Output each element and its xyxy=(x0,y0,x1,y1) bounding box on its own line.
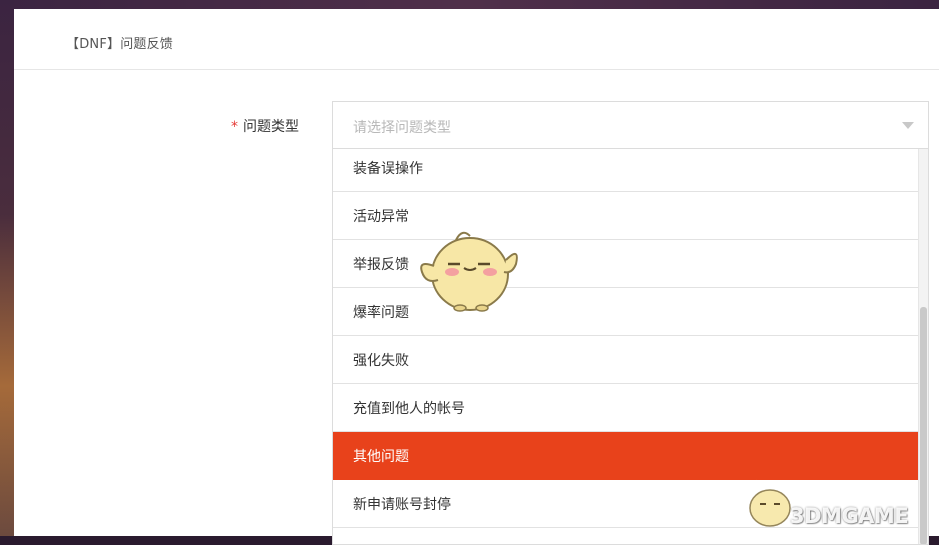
dropdown-item-enhance-failed[interactable]: 强化失败 xyxy=(333,336,921,384)
question-type-select[interactable]: 请选择问题类型 xyxy=(332,101,929,149)
dropdown-item-label: 充值到他人的帐号 xyxy=(353,401,465,417)
mascot-sticker-icon xyxy=(420,231,518,312)
dropdown-scrollbar-thumb[interactable] xyxy=(920,307,927,544)
dropdown-item-label: 其他问题 xyxy=(353,449,409,465)
dropdown-item-label: 强化失败 xyxy=(353,353,409,369)
question-type-placeholder: 请选择问题类型 xyxy=(353,120,451,136)
dropdown-list: 装备误操作 活动异常 举报反馈 爆率问题 强化失败 充值到他人的帐号 其他问题 … xyxy=(333,149,921,528)
dropdown-item-other-issues[interactable]: 其他问题 xyxy=(333,432,921,480)
question-type-label: * 问题类型 xyxy=(231,116,299,136)
question-type-label-text: 问题类型 xyxy=(243,119,299,135)
dropdown-item-label: 新申请账号封停 xyxy=(353,497,451,513)
watermark-mascot-icon xyxy=(745,479,791,527)
dropdown-scrollbar[interactable] xyxy=(918,149,928,544)
panel-header: 【DNF】问题反馈 xyxy=(14,9,939,70)
dropdown-item-recharge-other-account[interactable]: 充值到他人的帐号 xyxy=(333,384,921,432)
background-top-strip xyxy=(0,0,939,9)
dropdown-item-label: 举报反馈 xyxy=(353,257,409,273)
watermark-text: 3DMGAME xyxy=(790,504,909,528)
page-title: 【DNF】问题反馈 xyxy=(66,37,174,52)
dropdown-item-label: 爆率问题 xyxy=(353,305,409,321)
required-mark: * xyxy=(231,119,238,135)
dropdown-item-equipment-misoperation[interactable]: 装备误操作 xyxy=(333,149,921,192)
question-type-dropdown: 装备误操作 活动异常 举报反馈 爆率问题 强化失败 充值到他人的帐号 其他问题 … xyxy=(332,149,929,545)
background-left-strip xyxy=(0,0,14,536)
dropdown-item-label: 活动异常 xyxy=(353,209,409,225)
chevron-down-icon[interactable] xyxy=(902,122,914,129)
dropdown-item-label: 装备误操作 xyxy=(353,161,423,177)
